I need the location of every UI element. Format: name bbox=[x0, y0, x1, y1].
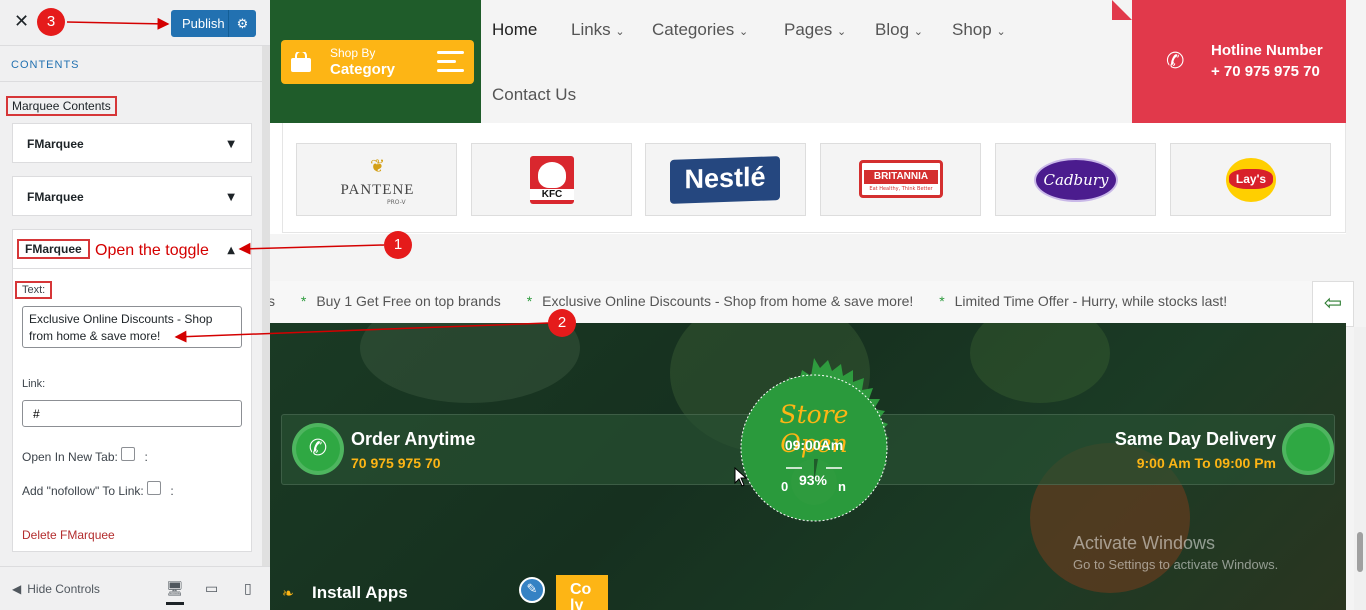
annotation-arrow-2 bbox=[174, 322, 549, 343]
annotation-arrow-1 bbox=[238, 242, 385, 255]
annotation-arrow-3 bbox=[66, 17, 170, 30]
annotation-step-3: 3 bbox=[37, 8, 65, 36]
annotation-step-1: 1 bbox=[384, 231, 412, 259]
annotation-overlay bbox=[66, 17, 549, 343]
annotation-open-toggle: Open the toggle bbox=[95, 242, 209, 259]
annotation-step-2: 2 bbox=[548, 309, 576, 337]
